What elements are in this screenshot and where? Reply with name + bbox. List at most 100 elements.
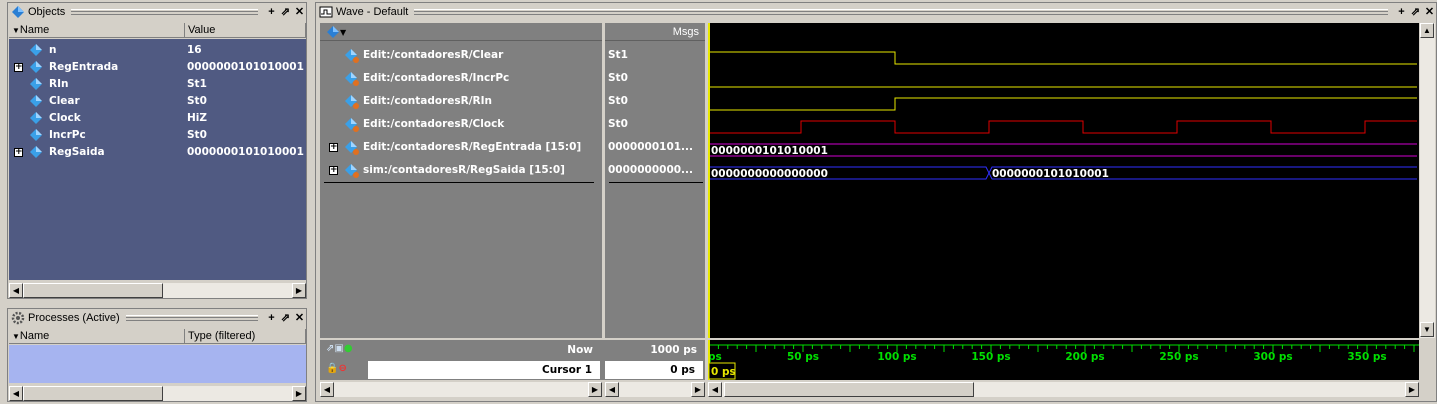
toolbar-icons[interactable]: ⇗▣● [326,343,353,354]
close-icon[interactable]: ✕ [293,6,306,19]
object-row[interactable]: RIn St1 [9,76,306,93]
col-type-header[interactable]: Type (filtered) [185,329,306,343]
cursor-name-box[interactable]: Cursor 1 [368,361,600,379]
cursor-value-box[interactable]: 0 ps [605,361,703,379]
close-icon[interactable]: ✕ [293,312,306,325]
values-hscroll[interactable]: ◀ ▶ [605,381,705,397]
title-grip[interactable] [71,9,258,15]
expand-icon[interactable]: + [14,148,23,157]
col-name-header[interactable]: ▼Name [9,329,185,343]
objects-pane: Objects + ⇗ ✕ ▼Name Value n 16 + RegEntrada… [7,2,307,299]
object-value: HiZ [187,112,208,124]
scroll-left-icon[interactable]: ◀ [708,382,722,397]
regsaida-bus-label-0: 0000000000000000 [711,168,828,180]
wave-signal-name: Edit:/contadoresR/Clear [363,49,504,61]
timeline-label: 150 ps [971,351,1010,363]
names-header: ▼ [320,23,602,41]
object-name: n [49,44,57,56]
scroll-thumb[interactable] [23,386,163,401]
signal-icon [344,71,360,93]
objects-hscroll[interactable]: ◀ ▶ [9,282,306,298]
object-name: Clock [49,112,81,124]
expand-icon[interactable]: + [329,143,338,152]
processes-hscroll[interactable]: ◀ ▶ [9,385,306,401]
wave-signal-row[interactable]: Edit:/contadoresR/RIn [320,93,602,110]
signal-icon [344,48,360,70]
undock-icon[interactable]: ⇗ [279,6,292,19]
object-row[interactable]: + RegEntrada 0000000101010001 [9,59,306,76]
msgs-header: Msgs [605,23,705,41]
clock-wave [710,120,1417,134]
gear-icon [11,311,25,325]
object-value: 0000000101010001 [187,146,304,158]
timeline-label: 350 ps [1347,351,1386,363]
dropdown-arrow-icon[interactable]: ▼ [340,28,346,37]
object-row[interactable]: Clear St0 [9,93,306,110]
rin-wave [710,97,1417,111]
scroll-left-icon[interactable]: ◀ [605,382,619,397]
wave-signal-row[interactable]: + Edit:/contadoresR/RegEntrada [15:0] [320,139,602,156]
object-value: St1 [187,78,207,90]
undock-icon[interactable]: ⇗ [279,312,292,325]
expand-icon[interactable]: + [329,166,338,175]
scroll-right-icon[interactable]: ▶ [588,382,602,397]
objects-titlebar: Objects + ⇗ ✕ [8,3,306,21]
object-row[interactable]: + RegSaida 0000000101010001 [9,144,306,161]
wave-hscroll[interactable]: ◀ ▶ [708,381,1419,397]
title-grip[interactable] [125,315,259,321]
col-value-header[interactable]: Value [185,23,306,37]
dock-plus-icon[interactable]: + [265,312,278,325]
cursor-tool-icons[interactable]: 🔒⊖ [326,363,347,374]
objects-title: Objects [28,6,66,18]
wave-signal-row[interactable]: Edit:/contadoresR/Clock [320,116,602,133]
processes-titlebar: Processes (Active) + ⇗ ✕ [8,309,306,327]
timeline[interactable]: ps 50 ps 100 ps 150 ps 200 ps 250 ps 300 ps 350… [708,340,1419,380]
scroll-down-icon[interactable]: ▼ [1420,322,1434,337]
title-grip[interactable] [414,9,1388,15]
wave-signal-name: Edit:/contadoresR/Clock [363,118,505,130]
object-name: Clear [49,95,80,107]
object-name: RegEntrada [49,61,119,73]
objects-icon [11,5,25,19]
wave-add-icon[interactable] [326,25,340,39]
scroll-left-icon[interactable]: ◀ [320,382,334,397]
dock-plus-icon[interactable]: + [1395,6,1408,19]
wave-vscroll[interactable]: ▲ ▼ [1420,23,1435,338]
row-separator [324,182,594,183]
object-value: St0 [187,95,207,107]
col-name-header[interactable]: ▼Name [9,23,185,37]
names-hscroll[interactable]: ◀ ▶ [320,381,602,397]
timeline-label: 100 ps [877,351,916,363]
dock-plus-icon[interactable]: + [265,6,278,19]
scroll-up-icon[interactable]: ▲ [1420,23,1434,38]
timeline-label: 50 ps [787,351,819,363]
object-name: IncrPc [49,129,86,141]
timeline-label: 300 ps [1253,351,1292,363]
wave-signal-name: sim:/contadoresR/RegSaida [15:0] [363,164,565,176]
scroll-right-icon[interactable]: ▶ [292,283,306,298]
scroll-thumb[interactable] [724,382,974,397]
wave-window-icon [319,5,333,19]
scroll-right-icon[interactable]: ▶ [1405,382,1419,397]
timeline-label: 250 ps [1159,351,1198,363]
wave-signal-row[interactable]: + sim:/contadoresR/RegSaida [15:0] [320,162,602,179]
scroll-left-icon[interactable]: ◀ [9,283,23,298]
waveform-area[interactable]: 0000000101010001 0000000000000000 00000001… [708,23,1419,338]
undock-icon[interactable]: ⇗ [1409,6,1422,19]
scroll-left-icon[interactable]: ◀ [9,386,23,401]
signal-icon [344,94,360,116]
scroll-thumb[interactable] [23,283,163,298]
processes-pane: Processes (Active) + ⇗ ✕ ▼Name Type (fil… [7,308,307,402]
object-row[interactable]: n 16 [9,42,306,59]
scroll-right-icon[interactable]: ▶ [691,382,705,397]
close-icon[interactable]: ✕ [1423,6,1436,19]
object-row[interactable]: Clock HiZ [9,110,306,127]
object-row[interactable]: IncrPc St0 [9,127,306,144]
wave-signal-row[interactable]: Edit:/contadoresR/IncrPc [320,70,602,87]
object-name: RegSaida [49,146,105,158]
wave-signal-row[interactable]: Edit:/contadoresR/Clear [320,47,602,64]
scroll-right-icon[interactable]: ▶ [292,386,306,401]
expand-icon[interactable]: + [14,63,23,72]
now-row: ⇗▣● Now 1000 ps [320,340,705,360]
cursor-row: 🔒⊖ Cursor 1 0 ps [320,360,705,380]
